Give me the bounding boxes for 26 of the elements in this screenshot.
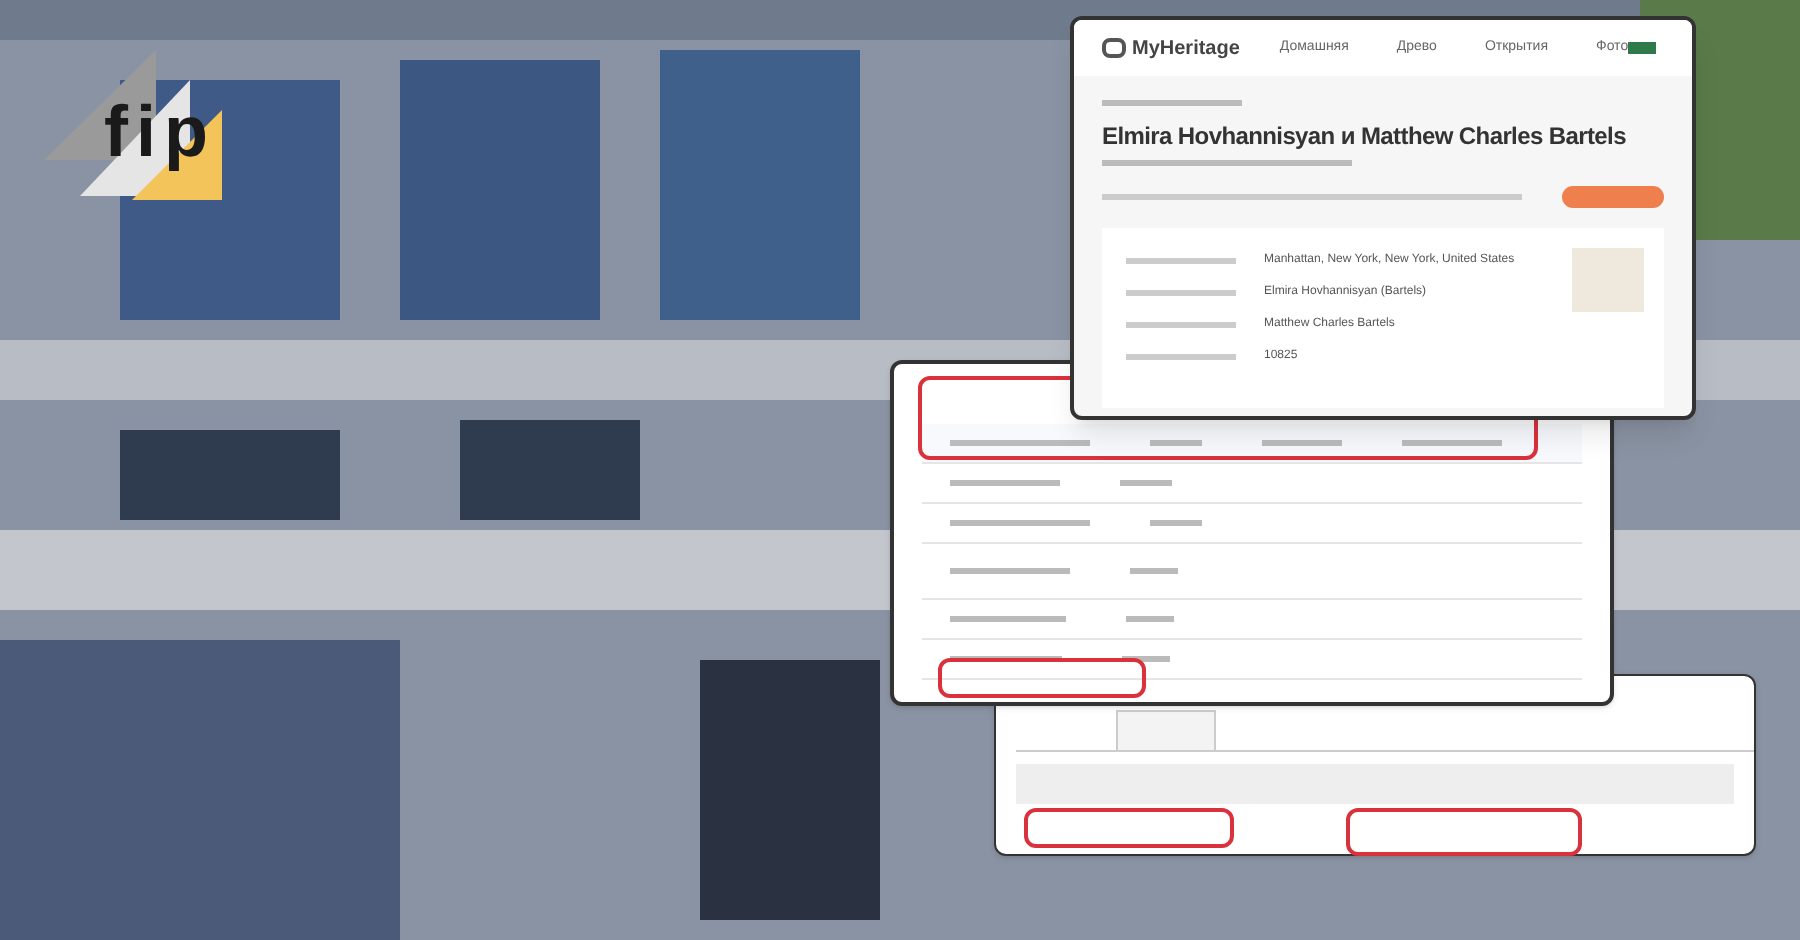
brand-name: MyHeritage bbox=[1132, 35, 1240, 63]
text-placeholder bbox=[1402, 440, 1502, 446]
text-placeholder bbox=[1262, 440, 1342, 446]
text-placeholder bbox=[950, 440, 1090, 446]
logo-text: fip bbox=[104, 96, 216, 168]
new-badge bbox=[1628, 42, 1657, 54]
text-placeholder bbox=[1122, 656, 1170, 662]
text-placeholder bbox=[950, 520, 1090, 526]
wedding-picture bbox=[1572, 248, 1644, 312]
label-placeholder bbox=[1126, 290, 1236, 296]
label-placeholder bbox=[1126, 258, 1236, 264]
record-title: Elmira Hovhannisyan и Matthew Charles Bartels bbox=[1102, 122, 1626, 152]
breadcrumb-placeholder bbox=[1102, 100, 1242, 106]
text-placeholder bbox=[1126, 616, 1174, 622]
label-placeholder bbox=[1126, 322, 1236, 328]
text-placeholder bbox=[950, 480, 1060, 486]
text-placeholder bbox=[1150, 520, 1202, 526]
text-placeholder bbox=[1130, 568, 1178, 574]
save-button[interactable] bbox=[1562, 186, 1664, 208]
text-placeholder bbox=[950, 568, 1070, 574]
logo-icon bbox=[1102, 38, 1126, 58]
text-placeholder bbox=[950, 616, 1066, 622]
text-placeholder bbox=[1120, 480, 1172, 486]
text-placeholder bbox=[1150, 440, 1202, 446]
tab[interactable] bbox=[1116, 710, 1216, 750]
label-placeholder bbox=[1126, 354, 1236, 360]
